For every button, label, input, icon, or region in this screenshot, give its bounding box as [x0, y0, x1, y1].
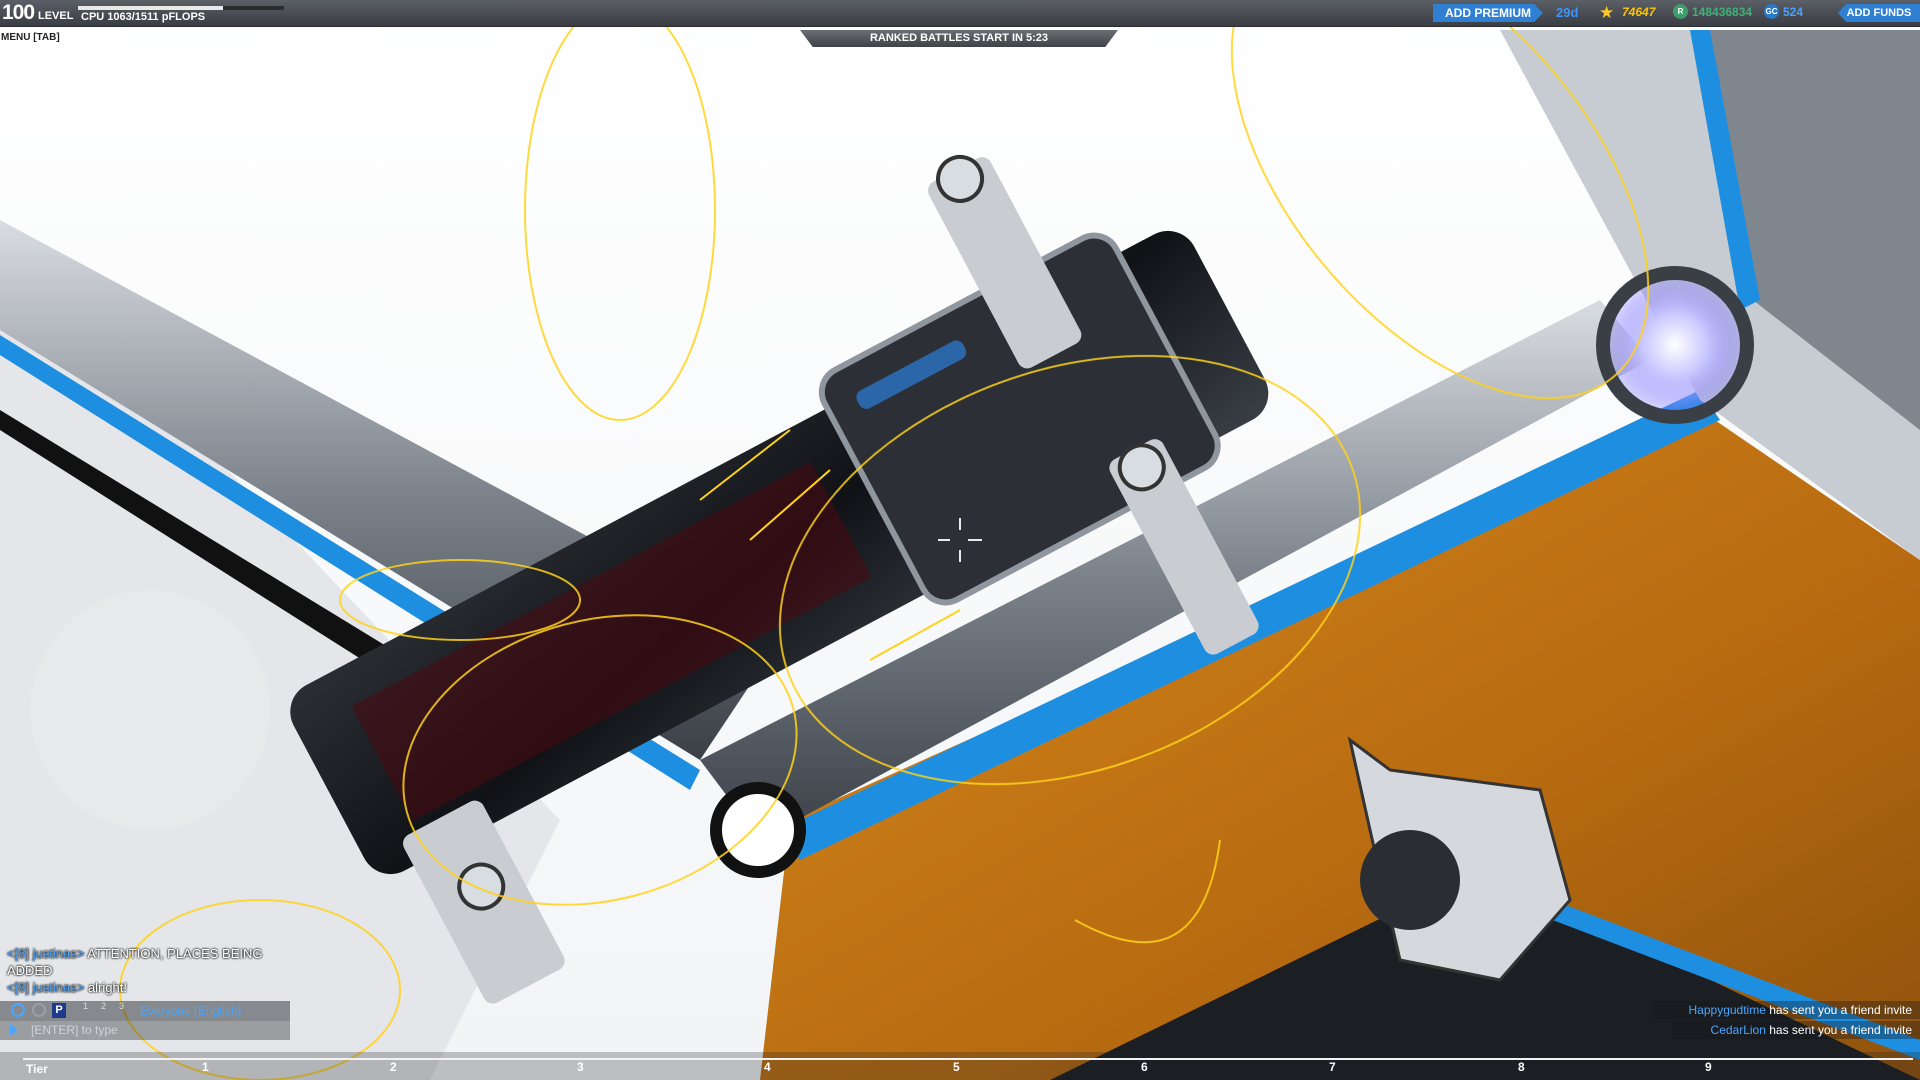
channel-tab-1[interactable]: 1 — [83, 1001, 88, 1011]
party-channel-button[interactable]: P — [52, 1003, 66, 1018]
tier-tick: 3 — [577, 1060, 584, 1074]
tier-tick: 6 — [1141, 1060, 1148, 1074]
globe-icon[interactable] — [11, 1003, 25, 1017]
tier-tick: 4 — [764, 1060, 771, 1074]
cpu-readout: CPU 1063/1511 pFLOPS — [81, 11, 206, 23]
chat-user[interactable]: <[8] justinas> — [7, 946, 84, 961]
chat-user[interactable]: <[8] justinas> — [7, 980, 84, 995]
invite-text: has sent you a friend invite — [1765, 1023, 1912, 1037]
robits-icon: R — [1673, 4, 1688, 19]
channel-label[interactable]: Everyone (English) — [140, 1004, 241, 1018]
galaxy-coin-icon: GC — [1764, 4, 1779, 19]
menu-hint[interactable]: MENU [TAB] — [1, 32, 60, 43]
tier-tick: 8 — [1518, 1060, 1525, 1074]
galaxy-coin-value: 524 — [1783, 5, 1804, 19]
tier-track — [23, 1058, 1913, 1060]
chat-text: ATTENTION, PLACES BEING — [84, 946, 263, 961]
top-bar: 100 LEVEL CPU 1063/1511 pFLOPS ADD PREMI… — [0, 0, 1920, 27]
tier-tick: 1 — [202, 1060, 209, 1074]
clan-icon[interactable] — [32, 1003, 46, 1017]
ranked-banner: RANKED BATTLES START IN 5:23 — [800, 30, 1118, 47]
premium-days: 29d — [1556, 5, 1579, 20]
tier-tick: 2 — [390, 1060, 397, 1074]
tier-tick: 5 — [953, 1060, 960, 1074]
chat-input-placeholder: [ENTER] to type — [31, 1023, 118, 1037]
cpu-bar-fill — [78, 6, 223, 10]
robits-value: 148436834 — [1692, 5, 1753, 19]
friend-invite-notification[interactable]: Happygudtime has sent you a friend invit… — [1652, 1001, 1920, 1019]
invite-sender: Happygudtime — [1688, 1003, 1766, 1017]
chat-message: <[8] justinas> alright! — [7, 980, 127, 995]
star-value: 74647 — [1622, 5, 1656, 19]
tier-label: Tier — [26, 1062, 48, 1076]
friend-invite-notification[interactable]: CedarLion has sent you a friend invite — [1672, 1021, 1920, 1039]
channel-tab-3[interactable]: 3 — [119, 1001, 124, 1011]
chat-text: alright! — [84, 980, 127, 995]
chat-message: <[8] justinas> ATTENTION, PLACES BEING — [7, 946, 263, 961]
chat-text: ADDED — [7, 963, 53, 978]
chat-channel-bar: P 1 2 3 Everyone (English) — [0, 1001, 290, 1021]
invite-text: has sent you a friend invite — [1765, 1003, 1912, 1017]
garage-scene — [0, 0, 1920, 1080]
cpu-bar — [78, 6, 284, 10]
chat-input[interactable]: [ENTER] to type — [0, 1021, 290, 1040]
play-icon — [10, 1024, 18, 1036]
add-premium-button[interactable]: ADD PREMIUM — [1433, 4, 1543, 22]
add-funds-button[interactable]: ADD FUNDS — [1838, 4, 1920, 22]
tier-bar: Tier 1 2 3 4 5 6 7 8 9 — [0, 1052, 1920, 1080]
invite-sender: CedarLion — [1710, 1023, 1766, 1037]
level-label: LEVEL — [38, 10, 74, 22]
tier-tick: 7 — [1329, 1060, 1336, 1074]
channel-tab-2[interactable]: 2 — [101, 1001, 106, 1011]
tier-tick: 9 — [1705, 1060, 1712, 1074]
star-icon: ★ — [1599, 3, 1615, 22]
chat-message: ADDED — [7, 963, 53, 978]
level-value: 100 — [2, 1, 35, 24]
